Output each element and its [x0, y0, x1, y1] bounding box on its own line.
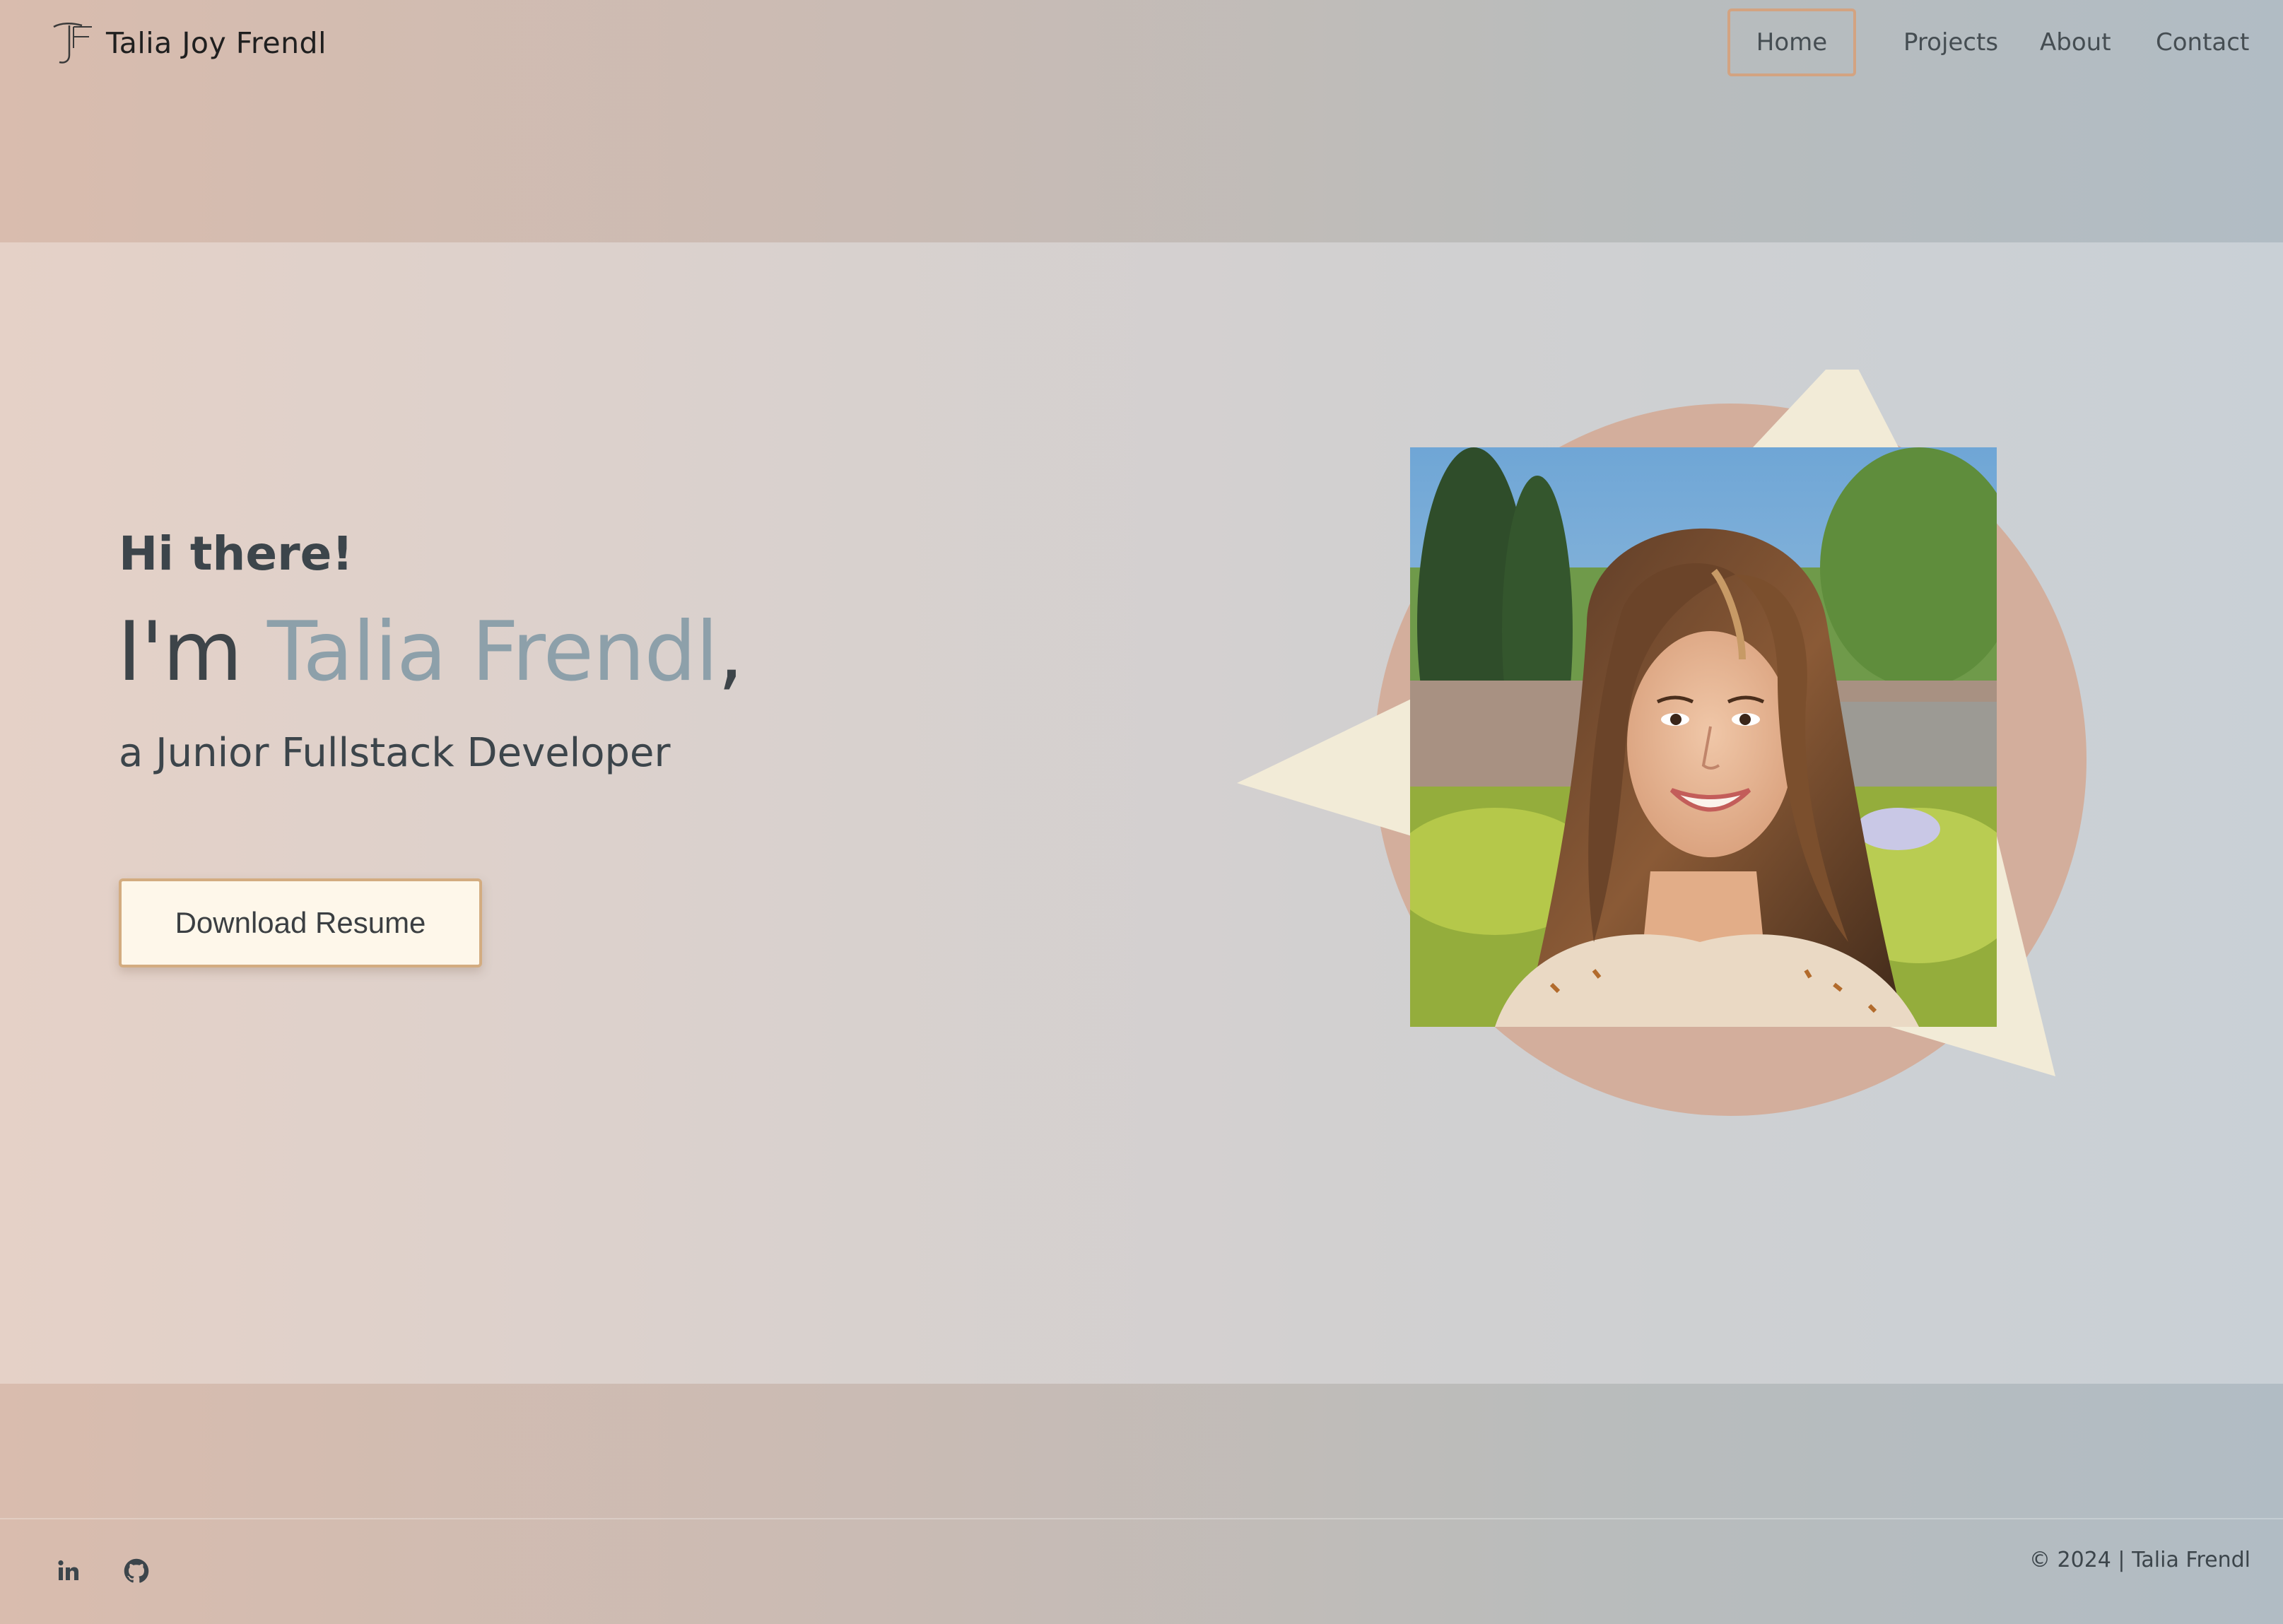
- nav-home-link[interactable]: Home: [1727, 8, 1856, 76]
- logo-monogram-icon: [53, 23, 92, 64]
- linkedin-icon: [58, 1560, 78, 1580]
- download-resume-button[interactable]: Download Resume: [119, 878, 482, 967]
- site-name: Talia Joy Frendl: [106, 26, 327, 60]
- nav-contact-link[interactable]: Contact: [2156, 8, 2249, 76]
- greeting-heading: Hi there!: [119, 526, 353, 581]
- footer-divider: [0, 1518, 2283, 1519]
- intro-prefix: I'm: [117, 604, 267, 700]
- intro-heading: I'm Talia Frendl,: [117, 604, 744, 700]
- site-footer: © 2024 | Talia Frendl: [0, 1384, 2283, 1624]
- logo[interactable]: Talia Joy Frendl: [51, 20, 327, 66]
- nav-projects-link[interactable]: Projects: [1903, 8, 1998, 76]
- github-link[interactable]: [119, 1553, 154, 1589]
- hero-section: Hi there! I'm Talia Frendl, a Junior Ful…: [0, 242, 2283, 1384]
- role-subtitle: a Junior Fullstack Developer: [119, 730, 671, 776]
- intro-name: Talia Frendl: [266, 604, 718, 700]
- linkedin-link[interactable]: [51, 1553, 86, 1589]
- github-icon: [124, 1558, 149, 1583]
- intro-suffix: ,: [717, 604, 744, 700]
- site-header: Talia Joy Frendl Home Projects About Con…: [0, 0, 2283, 242]
- nav-about-link[interactable]: About: [2040, 8, 2111, 76]
- portrait-artwork: [1230, 370, 2092, 1119]
- copyright-text: © 2024 | Talia Frendl: [2029, 1548, 2250, 1572]
- portrait-photo: [1410, 447, 1997, 1027]
